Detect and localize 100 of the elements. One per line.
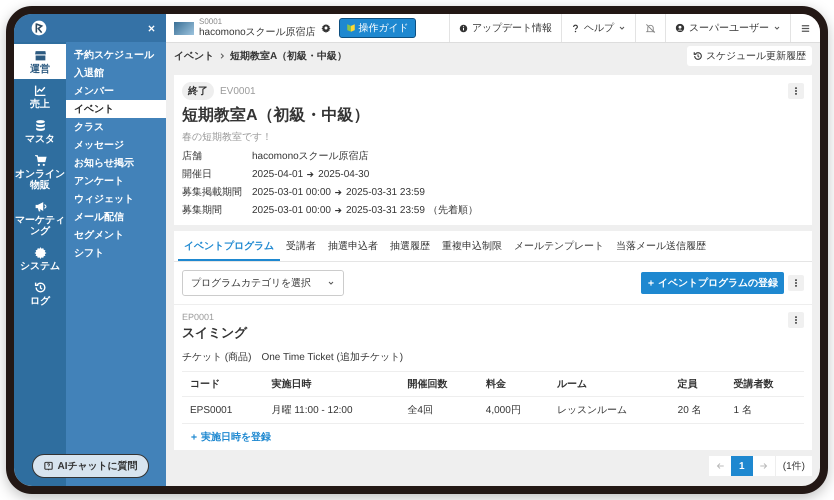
table-cell: EPS0001	[182, 396, 264, 424]
arrow-right-icon	[334, 206, 343, 214]
detail-note: （先着順）	[428, 204, 478, 217]
nav-rail-item[interactable]: オンライン物販	[14, 149, 66, 195]
nav-rail-item[interactable]: マーケティング	[14, 195, 66, 241]
database-icon	[34, 119, 46, 132]
more-options-button[interactable]	[788, 83, 804, 99]
result-count: (1件)	[774, 456, 812, 476]
add-event-program-button[interactable]: イベントプログラムの登録	[641, 272, 784, 294]
menu-item[interactable]: 入退館	[66, 64, 166, 82]
table-cell: 4,000円	[478, 396, 550, 424]
column-header: 受講者数	[726, 372, 804, 396]
user-icon	[675, 23, 685, 33]
menu-icon[interactable]	[800, 22, 811, 34]
store-photo-placeholder	[174, 22, 194, 34]
end-date: 2025-03-31 23:59	[346, 186, 425, 198]
arrow-right-icon	[306, 170, 316, 178]
tab[interactable]: 抽選履歴	[384, 231, 436, 261]
megaphone-icon	[34, 200, 46, 213]
table-cell: 1 名	[726, 396, 804, 424]
start-date: 2025-04-01	[252, 168, 304, 180]
menu-item[interactable]: メール配信	[66, 208, 166, 226]
ticket-label: チケット (商品)	[182, 350, 252, 364]
tab[interactable]: メールテンプレート	[508, 231, 610, 261]
user-menu[interactable]: スーパーユーザー	[665, 14, 790, 42]
menu-item[interactable]: メッセージ	[66, 136, 166, 154]
column-header: 実施日時	[264, 372, 400, 396]
column-header: 開催回数	[399, 372, 478, 396]
table-cell: 20 名	[670, 396, 726, 424]
start-date: 2025-03-01 00:00	[252, 204, 331, 216]
status-badge: 終了	[182, 82, 214, 100]
event-code: EV0001	[220, 86, 256, 96]
history-icon	[693, 51, 703, 61]
menu-item[interactable]: 予約スケジュール	[66, 46, 166, 64]
detail-label: 店舗	[182, 150, 203, 163]
menu-item[interactable]: シフト	[66, 244, 166, 262]
menu-item[interactable]: アンケート	[66, 172, 166, 190]
page-button[interactable]: 1	[730, 456, 753, 476]
plus-icon	[190, 433, 198, 441]
more-options-button[interactable]	[788, 275, 804, 291]
operation-guide-button[interactable]: 操作ガイド	[338, 18, 416, 38]
help-menu[interactable]: ヘルプ	[561, 14, 635, 42]
detail-value: hacomonoスクール原宿店	[252, 150, 370, 163]
ai-chat-button[interactable]: AIチャットに質問	[32, 454, 148, 478]
beginner-mark-icon	[346, 23, 356, 33]
column-header: コード	[182, 372, 264, 396]
cart-icon	[34, 154, 46, 167]
nav-rail-item[interactable]: 売上	[14, 79, 66, 114]
menu-item[interactable]: イベント	[66, 100, 166, 118]
close-icon[interactable]	[147, 24, 156, 32]
menu-item[interactable]: セグメント	[66, 226, 166, 244]
menu-item[interactable]: お知らせ掲示	[66, 154, 166, 172]
end-date: 2025-04-30	[318, 168, 370, 180]
history-icon	[34, 281, 46, 294]
arrow-right-icon	[758, 461, 769, 471]
menu-item[interactable]: メンバー	[66, 82, 166, 100]
update-info-link[interactable]: アップデート情報	[449, 14, 561, 42]
add-schedule-link[interactable]: 実施日時を登録	[190, 430, 271, 444]
schedule-history-button[interactable]: スケジュール更新履歴	[687, 46, 812, 66]
store-code: S0001	[199, 18, 224, 27]
program-title: スイミング	[182, 324, 247, 342]
breadcrumb-link[interactable]: イベント	[174, 49, 214, 63]
bell-off-icon[interactable]	[645, 22, 656, 34]
plus-icon	[647, 279, 655, 287]
chat-help-icon	[42, 460, 54, 472]
column-header: 料金	[478, 372, 550, 396]
tab[interactable]: 抽選申込者	[322, 231, 384, 261]
end-date: 2025-03-31 23:59	[346, 204, 425, 216]
start-date: 2025-03-01 00:00	[252, 186, 331, 198]
detail-label: 募集期間	[182, 204, 223, 217]
nav-rail-item[interactable]: 運営	[14, 44, 66, 79]
tab[interactable]: イベントプログラム	[178, 231, 280, 261]
tab[interactable]: 重複申込制限	[436, 231, 508, 261]
arrow-right-icon	[334, 188, 343, 196]
help-icon	[571, 24, 580, 32]
nav-rail-item[interactable]: ログ	[14, 276, 66, 311]
caret-icon	[327, 279, 335, 287]
table-cell: 全4回	[399, 396, 478, 424]
column-header: 定員	[670, 372, 726, 396]
info-icon	[459, 24, 468, 32]
line-chart-icon	[34, 84, 46, 97]
table-cell: 月曜 11:00 - 12:00	[264, 396, 400, 424]
menu-item[interactable]: ウィジェット	[66, 190, 166, 208]
arrow-left-icon	[714, 461, 725, 471]
nav-rail-item[interactable]: システム	[14, 241, 66, 276]
chevron-right-icon	[218, 52, 226, 60]
tab[interactable]: 当落メール送信履歴	[610, 231, 712, 261]
tab[interactable]: 受講者	[280, 231, 322, 261]
ticket-value: One Time Ticket (追加チケット)	[261, 350, 404, 364]
more-options-button[interactable]	[788, 312, 804, 328]
program-code: EP0001	[182, 312, 216, 322]
category-dropdown[interactable]: プログラムカテゴリを選択	[182, 270, 344, 296]
breadcrumb-current: 短期教室A（初級・中級）	[230, 49, 348, 63]
store-icon	[34, 49, 46, 62]
logo-icon	[31, 20, 47, 36]
menu-item[interactable]: クラス	[66, 118, 166, 136]
caret-icon	[773, 24, 781, 32]
nav-rail-item[interactable]: マスタ	[14, 114, 66, 149]
detail-label: 募集掲載期間	[182, 186, 243, 199]
event-title: 短期教室A（初級・中級）	[182, 105, 371, 126]
